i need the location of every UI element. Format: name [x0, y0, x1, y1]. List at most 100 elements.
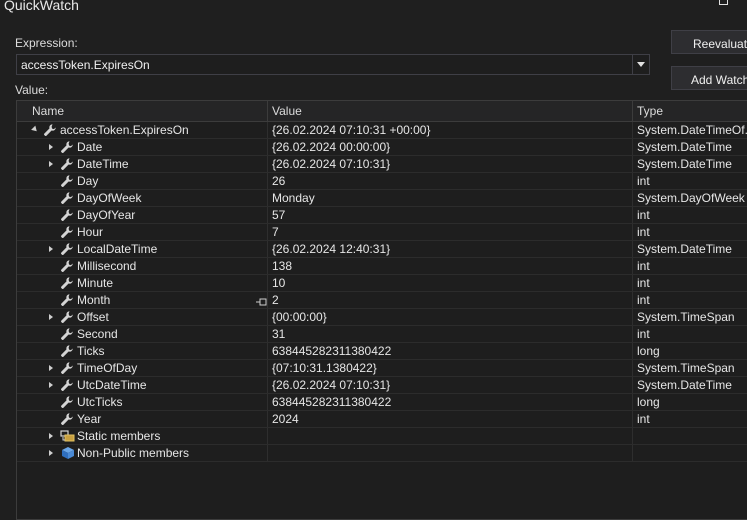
cell-value[interactable]: 2024 [268, 411, 633, 427]
property-wrench-icon [60, 293, 74, 307]
cell-value[interactable]: 638445282311380422 [268, 394, 633, 410]
expand-arrow-icon[interactable] [49, 433, 53, 439]
cell-type: System.DateTime [633, 377, 747, 393]
grid-row[interactable]: Millisecond 138 int [17, 258, 747, 275]
grid-row[interactable]: Second 31 int [17, 326, 747, 343]
cell-value[interactable]: 2 [268, 292, 633, 308]
property-wrench-icon [60, 276, 74, 290]
cell-value[interactable] [268, 428, 633, 444]
cell-name: DayOfWeek [17, 190, 268, 206]
cell-name: Hour [17, 224, 268, 240]
cell-name: Minute [17, 275, 268, 291]
row-name-text: Ticks [77, 344, 105, 358]
property-wrench-icon [60, 140, 74, 154]
expand-arrow-icon[interactable] [49, 161, 53, 167]
grid-row[interactable]: TimeOfDay {07:10:31.1380422} System.TimeSp… [17, 360, 747, 377]
expression-input[interactable] [17, 55, 632, 74]
cell-value[interactable]: 57 [268, 207, 633, 223]
grid-row[interactable]: UtcDateTime {26.02.2024 07:10:31} System.D… [17, 377, 747, 394]
grid-row[interactable]: Month 2 int [17, 292, 747, 309]
cell-value[interactable]: 31 [268, 326, 633, 342]
row-name-text: Day [77, 174, 99, 188]
property-wrench-icon [60, 225, 74, 239]
grid-row[interactable]: Date {26.02.2024 00:00:00} System.DateTime [17, 139, 747, 156]
row-name-text: Date [77, 140, 103, 154]
non-public-members-icon [60, 446, 76, 460]
cell-value[interactable]: 638445282311380422 [268, 343, 633, 359]
column-header-name[interactable]: Name [17, 101, 268, 121]
grid-row[interactable]: LocalDateTime {26.02.2024 12:40:31} System… [17, 241, 747, 258]
expand-arrow-icon[interactable] [49, 144, 53, 150]
expression-combobox[interactable] [16, 54, 650, 75]
column-header-value[interactable]: Value [268, 101, 633, 121]
add-watch-button[interactable]: Add Watch [671, 66, 747, 90]
expand-arrow-icon[interactable] [49, 450, 53, 456]
grid-row[interactable]: DayOfWeek Monday System.DayOfWeek [17, 190, 747, 207]
cell-type: int [633, 207, 747, 223]
cell-value[interactable]: 7 [268, 224, 633, 240]
cell-name: Day [17, 173, 268, 189]
grid-row[interactable]: Year 2024 int [17, 411, 747, 428]
property-wrench-icon [60, 259, 74, 273]
grid-row[interactable]: accessToken.ExpiresOn {26.02.2024 07:10:3… [17, 122, 747, 139]
expand-arrow-icon[interactable] [49, 365, 53, 371]
cell-type: int [633, 292, 747, 308]
cell-value[interactable]: {26.02.2024 00:00:00} [268, 139, 633, 155]
cell-value[interactable]: {26.02.2024 07:10:31} [268, 156, 633, 172]
cell-value[interactable] [268, 445, 633, 461]
grid-row[interactable]: Ticks 638445282311380422 long [17, 343, 747, 360]
grid-row[interactable]: Static members [17, 428, 747, 445]
reevaluate-button[interactable]: Reevaluate [671, 30, 747, 54]
cell-name: DayOfYear [17, 207, 268, 223]
cell-type: System.TimeSpan [633, 360, 747, 376]
grid-row[interactable]: Minute 10 int [17, 275, 747, 292]
grid-row[interactable]: DayOfYear 57 int [17, 207, 747, 224]
cell-value[interactable]: {07:10:31.1380422} [268, 360, 633, 376]
pin-icon[interactable] [256, 295, 267, 306]
cell-name: UtcTicks [17, 394, 268, 410]
window-title: QuickWatch [4, 0, 79, 13]
row-name-text: UtcDateTime [77, 378, 147, 392]
cell-value[interactable]: {00:00:00} [268, 309, 633, 325]
property-wrench-icon [60, 361, 74, 375]
expand-arrow-icon[interactable] [49, 246, 53, 252]
grid-row[interactable]: Day 26 int [17, 173, 747, 190]
grid-row[interactable]: Hour 7 int [17, 224, 747, 241]
maximize-button[interactable] [719, 0, 728, 5]
cell-value[interactable]: 10 [268, 275, 633, 291]
cell-type: System.DateTimeOf... [633, 122, 747, 138]
property-wrench-icon [60, 395, 74, 409]
cell-value[interactable]: {26.02.2024 12:40:31} [268, 241, 633, 257]
row-name-text: accessToken.ExpiresOn [60, 123, 189, 137]
row-name-text: Millisecond [77, 259, 137, 273]
grid-row[interactable]: UtcTicks 638445282311380422 long [17, 394, 747, 411]
grid-row[interactable]: Non-Public members [17, 445, 747, 462]
property-wrench-icon [60, 191, 74, 205]
cell-value[interactable]: Monday [268, 190, 633, 206]
row-name-text: Second [77, 327, 118, 341]
grid-row[interactable]: Offset {00:00:00} System.TimeSpan [17, 309, 747, 326]
expand-arrow-icon[interactable] [49, 314, 53, 320]
chevron-down-icon[interactable] [632, 55, 649, 74]
cell-type: int [633, 275, 747, 291]
cell-value[interactable]: 138 [268, 258, 633, 274]
cell-type: System.DateTime [633, 156, 747, 172]
cell-name: Millisecond [17, 258, 268, 274]
cell-type [633, 445, 747, 461]
collapse-arrow-icon[interactable] [31, 125, 39, 134]
cell-name: TimeOfDay [17, 360, 268, 376]
expand-arrow-icon[interactable] [49, 382, 53, 388]
cell-name: Static members [17, 428, 268, 444]
property-wrench-icon [60, 174, 74, 188]
row-name-text: Offset [77, 310, 109, 324]
cell-value[interactable]: {26.02.2024 07:10:31 +00:00} [268, 122, 633, 138]
cell-name: accessToken.ExpiresOn [17, 122, 268, 138]
cell-type: long [633, 394, 747, 410]
cell-name: Non-Public members [17, 445, 268, 461]
cell-value[interactable]: {26.02.2024 07:10:31} [268, 377, 633, 393]
property-wrench-icon [60, 208, 74, 222]
row-name-text: DayOfYear [77, 208, 136, 222]
column-header-type[interactable]: Type [633, 101, 747, 121]
grid-row[interactable]: DateTime {26.02.2024 07:10:31} System.Date… [17, 156, 747, 173]
cell-value[interactable]: 26 [268, 173, 633, 189]
